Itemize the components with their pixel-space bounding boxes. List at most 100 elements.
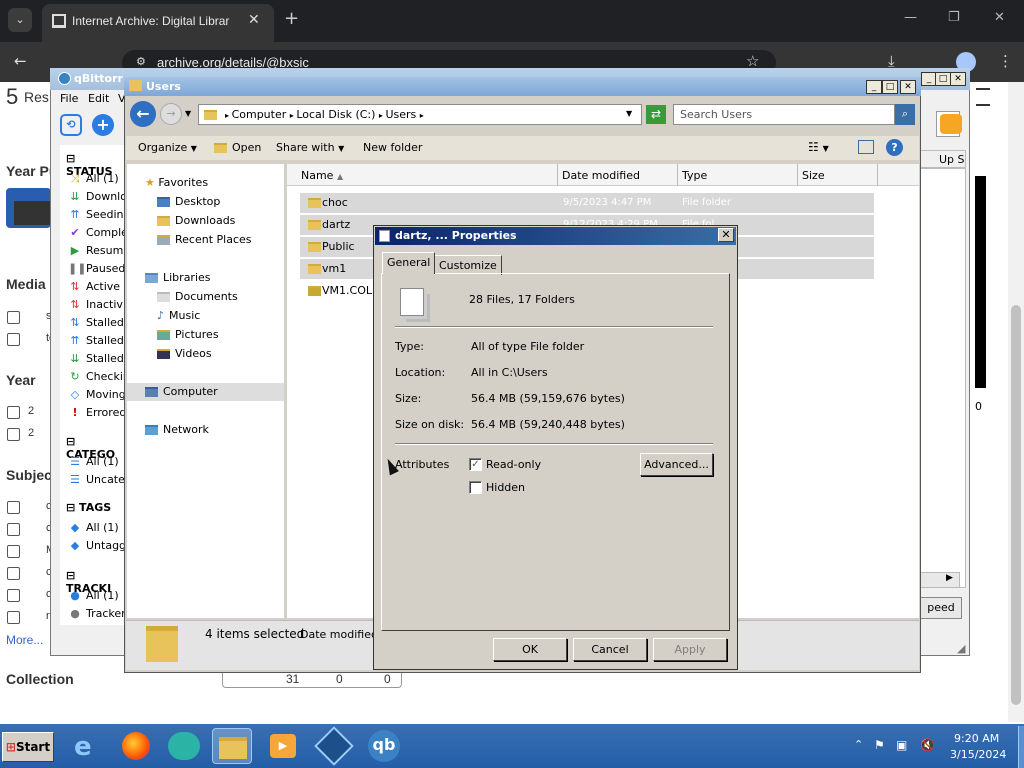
web-scrollbar-thumb[interactable] (1011, 305, 1021, 705)
speed-button[interactable]: peed (920, 597, 962, 619)
share-with-button[interactable]: Share with ▼ (276, 141, 344, 154)
tag-filter-item[interactable]: ◆ All (1) (68, 521, 119, 534)
status-filter-item[interactable]: ⇅ Stalled (68, 316, 124, 329)
explorer-minimize-button[interactable]: _ (866, 80, 882, 94)
col-separator[interactable] (557, 164, 558, 186)
hamburger-menu-icon[interactable] (976, 88, 990, 106)
col-type-header[interactable]: Type (682, 169, 707, 182)
qbt-menu-file[interactable]: File (60, 92, 78, 105)
subject-checkbox[interactable] (7, 545, 20, 558)
breadcrumb-item[interactable]: Users (385, 108, 416, 121)
col-date-header[interactable]: Date modified (562, 169, 640, 182)
year-checkbox[interactable] (7, 428, 20, 441)
qbt-close-button[interactable]: ✕ (950, 72, 966, 86)
status-filter-item[interactable]: ⇅ Inactiv (68, 298, 123, 311)
nav-music[interactable]: ♪ Music (157, 309, 200, 322)
explorer-search-input[interactable]: Search Users (673, 104, 895, 125)
status-filter-item[interactable]: ⤨ All (1) (68, 172, 119, 186)
recent-pages-icon[interactable]: ▼ (185, 109, 191, 118)
media-player-icon[interactable]: ▶ (264, 728, 304, 764)
nav-network[interactable]: Network (145, 423, 209, 436)
new-folder-button[interactable]: New folder (363, 141, 422, 154)
clock-time[interactable]: 9:20 AM (954, 732, 999, 745)
status-filter-item[interactable]: ⇈ Stalled (68, 334, 124, 347)
col-separator[interactable] (877, 164, 878, 186)
status-filter-item[interactable]: ⇈ Seedin (68, 208, 123, 221)
nav-pictures[interactable]: Pictures (157, 328, 219, 341)
col-separator[interactable] (797, 164, 798, 186)
tab-general[interactable]: General (382, 252, 436, 274)
status-filter-item[interactable]: ↻ Checkir (68, 370, 127, 383)
subject-checkbox[interactable] (7, 611, 20, 624)
status-filter-item[interactable]: ❚❚Paused (68, 262, 125, 275)
nav-recent-places[interactable]: Recent Places (157, 233, 252, 246)
hidden-label[interactable]: Hidden (486, 481, 525, 494)
window-maximize-button[interactable]: ❐ (948, 10, 960, 25)
resize-grip-icon[interactable]: ◢ (957, 642, 965, 655)
breadcrumb-item[interactable]: Computer (232, 108, 287, 121)
network-icon[interactable]: ▣ (896, 738, 907, 752)
file-row[interactable]: choc 9/5/2023 4:47 PM File folder (300, 193, 874, 213)
chat-app-icon[interactable] (164, 728, 204, 764)
year-checkbox[interactable] (7, 406, 20, 419)
status-filter-item[interactable]: ! Errored (68, 406, 126, 419)
help-icon[interactable]: ? (886, 139, 903, 156)
search-icon[interactable]: ⌕ (895, 104, 915, 125)
status-filter-item[interactable]: ⇊ Stalled (68, 352, 124, 365)
col-size-header[interactable]: Size (802, 169, 825, 182)
add-link-icon[interactable]: ⟲ (60, 114, 82, 136)
internet-explorer-icon[interactable]: e (68, 728, 108, 764)
preview-pane-icon[interactable] (858, 140, 874, 154)
explorer-close-button[interactable]: ✕ (900, 80, 916, 94)
virtualbox-icon[interactable] (314, 726, 354, 766)
category-filter-item[interactable]: ☰ All (1) (68, 455, 119, 468)
nav-downloads[interactable]: Downloads (157, 214, 235, 227)
tab-customize[interactable]: Customize (434, 255, 502, 275)
show-desktop-button[interactable] (1018, 726, 1024, 768)
h-scrollbar[interactable] (920, 572, 960, 588)
nav-favorites[interactable]: ★ Favorites (145, 176, 208, 189)
add-torrent-icon[interactable]: + (92, 114, 114, 136)
scroll-right-icon[interactable]: ▶ (946, 573, 953, 583)
forward-button[interactable]: → (160, 103, 182, 125)
up-speed-header[interactable]: Up S (920, 150, 966, 168)
ok-button[interactable]: OK (493, 638, 567, 661)
readonly-checkbox[interactable]: ✓ (469, 458, 482, 471)
hidden-checkbox[interactable] (469, 481, 482, 494)
tab-list-button[interactable]: ⌄ (8, 8, 32, 32)
status-filter-item[interactable]: ⇅ Active (68, 280, 120, 293)
status-filter-item[interactable]: ⇊ Downlo (68, 190, 127, 203)
browser-menu-icon[interactable]: ⋮ (998, 52, 1013, 70)
nav-desktop[interactable]: Desktop (157, 195, 220, 208)
tag-filter-item[interactable]: ◆ Untagg (68, 539, 126, 552)
window-minimize-button[interactable]: — (904, 10, 917, 25)
firefox-icon[interactable] (116, 728, 156, 764)
explorer-maximize-button[interactable]: □ (882, 80, 898, 94)
col-name-header[interactable]: Name ▲ (301, 169, 343, 182)
dialog-close-button[interactable]: ✕ (718, 228, 734, 242)
back-button[interactable]: ← (130, 101, 156, 127)
media-checkbox[interactable] (7, 333, 20, 346)
subject-checkbox[interactable] (7, 501, 20, 514)
tracker-filter-item[interactable]: ● All (1) (68, 589, 119, 602)
window-close-button[interactable]: ✕ (994, 10, 1005, 25)
file-explorer-taskbar-icon[interactable] (212, 728, 252, 764)
browser-tab-active[interactable]: Internet Archive: Digital Librar ✕ (42, 4, 274, 42)
action-center-flag-icon[interactable]: ⚑ (874, 738, 885, 752)
subject-checkbox[interactable] (7, 567, 20, 580)
start-button[interactable]: ⊞Start (2, 732, 54, 762)
nav-videos[interactable]: Videos (157, 347, 212, 360)
qbt-maximize-button[interactable]: □ (935, 72, 951, 86)
readonly-label[interactable]: Read-only (486, 458, 541, 471)
qbt-menu-edit[interactable]: Edit (88, 92, 109, 105)
cancel-button[interactable]: Cancel (573, 638, 647, 661)
organize-button[interactable]: Organize ▼ (138, 141, 197, 154)
status-filter-item[interactable]: ✔ Comple (68, 226, 128, 239)
back-arrow-icon[interactable]: ← (14, 52, 27, 70)
new-tab-button[interactable]: + (284, 8, 299, 29)
breadcrumb-item[interactable]: Local Disk (C:) (296, 108, 375, 121)
tray-expand-icon[interactable]: ⌃ (854, 738, 863, 751)
views-icon[interactable]: ☷ ▼ (808, 140, 829, 154)
col-separator[interactable] (677, 164, 678, 186)
nav-libraries[interactable]: Libraries (145, 271, 211, 284)
